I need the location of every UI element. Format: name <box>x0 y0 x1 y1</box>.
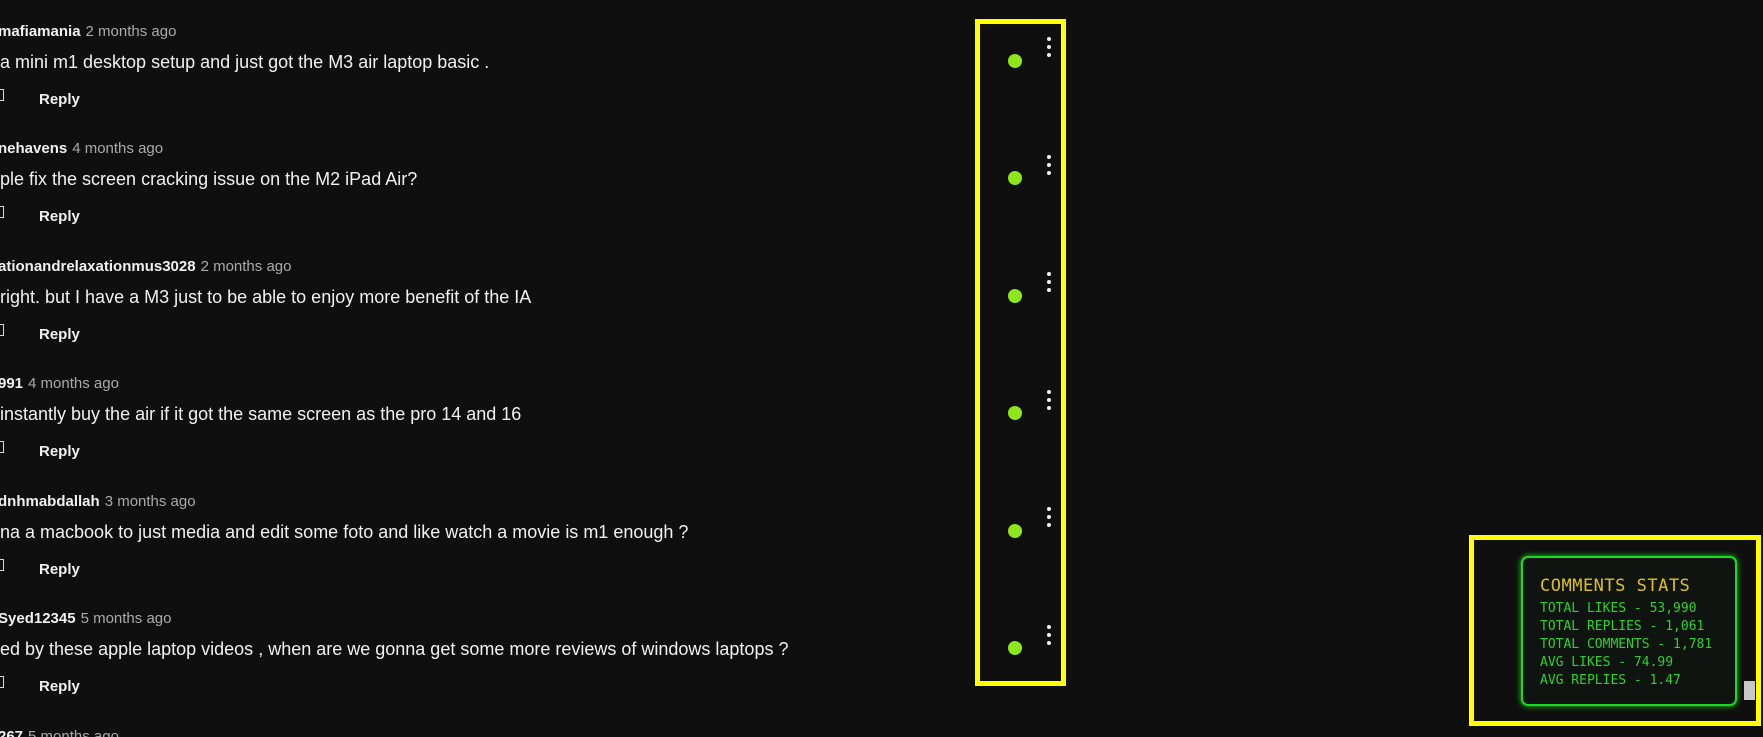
comment-header: ationandrelaxationmus3028 2 months ago <box>0 258 291 275</box>
reply-button[interactable]: Reply <box>39 678 80 695</box>
comments-stats-panel: COMMENTS STATS TOTAL LIKES - 53,990 TOTA… <box>1521 556 1737 706</box>
dislike-icon[interactable] <box>0 676 4 688</box>
comment-author[interactable]: mafiamania <box>0 23 81 40</box>
more-options-icon[interactable] <box>1043 507 1055 529</box>
scrollbar-thumb[interactable] <box>1744 681 1755 700</box>
comment-author[interactable]: 267 <box>0 728 23 737</box>
comment-header: mafiamania 2 months ago <box>0 23 176 40</box>
comment-header: Syed12345 5 months ago <box>0 610 171 627</box>
comment-author[interactable]: nehavens <box>0 140 67 157</box>
comments-list: mafiamania 2 months ago a mini m1 desktop… <box>0 0 960 737</box>
reply-button[interactable]: Reply <box>39 561 80 578</box>
comment-item: Syed12345 5 months ago ed by these apple … <box>0 587 960 697</box>
comment-item: 991 4 months ago instantly buy the air if… <box>0 352 960 462</box>
comment-item: ationandrelaxationmus3028 2 months ago ri… <box>0 235 960 345</box>
status-dot-icon <box>1008 171 1022 185</box>
youtube-comments-page: mafiamania 2 months ago a mini m1 desktop… <box>0 0 1763 737</box>
more-options-icon[interactable] <box>1043 390 1055 412</box>
stats-total-comments: TOTAL COMMENTS - 1,781 <box>1540 637 1713 652</box>
more-options-icon[interactable] <box>1043 272 1055 294</box>
comment-item: mafiamania 2 months ago a mini m1 desktop… <box>0 0 960 110</box>
status-dot-icon <box>1008 406 1022 420</box>
highlight-box-actions <box>975 19 1066 686</box>
comment-text: instantly buy the air if it got the same… <box>0 404 522 424</box>
reply-button[interactable]: Reply <box>39 208 80 225</box>
reply-button[interactable]: Reply <box>39 326 80 343</box>
comment-time[interactable]: 3 months ago <box>105 493 196 510</box>
status-dot-icon <box>1008 524 1022 538</box>
reply-button[interactable]: Reply <box>39 91 80 108</box>
stats-total-likes: TOTAL LIKES - 53,990 <box>1540 601 1697 616</box>
stats-avg-replies: AVG REPLIES - 1.47 <box>1540 673 1681 688</box>
more-options-icon[interactable] <box>1043 37 1055 59</box>
reply-button[interactable]: Reply <box>39 443 80 460</box>
comment-text: a mini m1 desktop setup and just got the… <box>0 52 490 72</box>
comment-header: 991 4 months ago <box>0 375 119 392</box>
status-dot-icon <box>1008 641 1022 655</box>
comment-time[interactable]: 4 months ago <box>72 140 163 157</box>
comment-text: right. but I have a M3 just to be able t… <box>0 287 532 307</box>
comment-time[interactable]: 2 months ago <box>86 23 177 40</box>
comment-header: dnhmabdallah 3 months ago <box>0 493 196 510</box>
stats-total-replies: TOTAL REPLIES - 1,061 <box>1540 619 1705 634</box>
comment-time[interactable]: 2 months ago <box>201 258 292 275</box>
comment-time[interactable]: 4 months ago <box>28 375 119 392</box>
comment-item: nehavens 4 months ago ple fix the screen … <box>0 117 960 227</box>
comment-item: dnhmabdallah 3 months ago na a macbook to… <box>0 470 960 580</box>
comment-author[interactable]: 991 <box>0 375 23 392</box>
status-dot-icon <box>1008 54 1022 68</box>
comment-author[interactable]: ationandrelaxationmus3028 <box>0 258 196 275</box>
more-options-icon[interactable] <box>1043 155 1055 177</box>
comment-time[interactable]: 5 months ago <box>28 728 119 737</box>
stats-title: COMMENTS STATS <box>1540 576 1691 596</box>
comment-text: ple fix the screen cracking issue on the… <box>0 169 418 189</box>
more-options-icon[interactable] <box>1043 625 1055 647</box>
dislike-icon[interactable] <box>0 89 4 101</box>
comment-author[interactable]: dnhmabdallah <box>0 493 100 510</box>
comment-header-partial: 267 5 months ago <box>0 728 119 737</box>
dislike-icon[interactable] <box>0 441 4 453</box>
comment-text: na a macbook to just media and edit some… <box>0 522 689 542</box>
comment-header: nehavens 4 months ago <box>0 140 163 157</box>
stats-avg-likes: AVG LIKES - 74.99 <box>1540 655 1674 670</box>
comment-author[interactable]: Syed12345 <box>0 610 76 627</box>
dislike-icon[interactable] <box>0 559 4 571</box>
comment-time[interactable]: 5 months ago <box>81 610 172 627</box>
dislike-icon[interactable] <box>0 206 4 218</box>
dislike-icon[interactable] <box>0 324 4 336</box>
status-dot-icon <box>1008 289 1022 303</box>
comment-text: ed by these apple laptop videos , when a… <box>0 639 789 659</box>
